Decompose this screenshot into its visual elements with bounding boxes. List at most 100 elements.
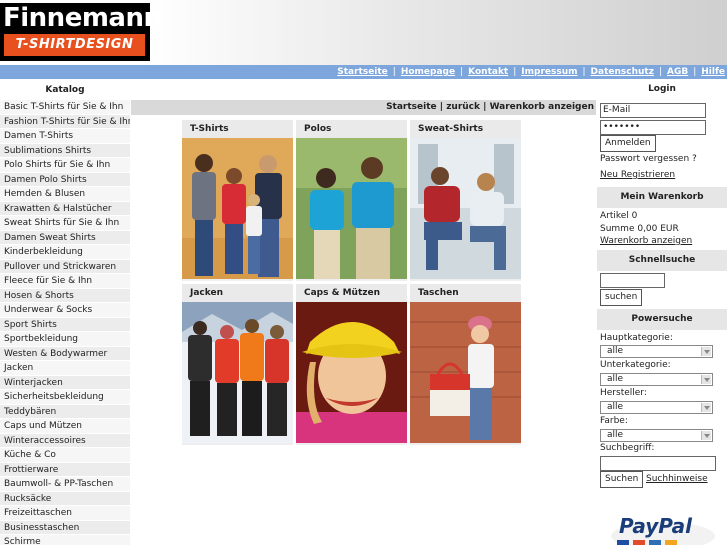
caps-photo[interactable] (296, 302, 407, 443)
catalog-item[interactable]: Krawatten & Halstücher (0, 201, 130, 216)
catalog-item[interactable]: Hosen & Shorts (0, 288, 130, 303)
tile-label: Sweat-Shirts (410, 120, 521, 138)
catalog-item[interactable]: Jacken (0, 361, 130, 376)
catalog-item[interactable]: Hemden & Blusen (0, 187, 130, 202)
main-category-label: Hauptkategorie: (600, 333, 673, 343)
catalog-item[interactable]: Baumwoll- & PP-Taschen (0, 477, 130, 492)
category-tile-polos[interactable]: Polos (296, 120, 407, 281)
category-tile-caps[interactable]: Caps & Mützen (296, 284, 407, 445)
tile-label: Polos (296, 120, 407, 138)
catalog-item[interactable]: Kinderbekleidung (0, 245, 130, 260)
catalog-sidebar: Katalog Basic T-Shirts für Sie & Ihn Fas… (0, 79, 130, 545)
catalog-item[interactable]: Sweat Shirts für Sie & Ihn (0, 216, 130, 231)
sweatshirts-photo[interactable] (410, 138, 521, 279)
catalog-item[interactable]: Frottierware (0, 462, 130, 477)
nav-kontakt[interactable]: Kontakt (468, 67, 508, 77)
powersearch-button[interactable]: Suchen (600, 471, 644, 488)
category-tile-sweatshirts[interactable]: Sweat-Shirts (410, 120, 521, 281)
taschen-photo[interactable] (410, 302, 521, 443)
catalog-item[interactable]: Basic T-Shirts für Sie & Ihn (0, 100, 130, 115)
cart-sum: Summe 0,00 EUR (600, 224, 679, 234)
catalog-item[interactable]: Fleece für Sie & Ihn (0, 274, 130, 289)
nav-datenschutz[interactable]: Datenschutz (591, 67, 654, 77)
nav-separator: | (392, 67, 396, 77)
nav-impressum[interactable]: Impressum (521, 67, 577, 77)
email-field[interactable]: E-Mail (600, 103, 706, 118)
tile-label: Caps & Mützen (296, 284, 407, 302)
catalog-title: Katalog (0, 79, 130, 100)
search-term-input[interactable] (600, 456, 716, 471)
top-nav: Startseite | Homepage | Kontakt | Impressum | Da… (337, 65, 725, 79)
password-field[interactable]: ••••••• (600, 120, 706, 135)
header: Finnemann T-SHIRTDESIGN (0, 0, 727, 65)
breadcrumb: Startseite | zurück | Warenkorb anzeigen (131, 100, 596, 115)
nav-separator: | (460, 67, 464, 77)
catalog-item[interactable]: Winterjacken (0, 375, 130, 390)
catalog-item[interactable]: Sublimations Shirts (0, 143, 130, 158)
nav-homepage[interactable]: Homepage (401, 67, 455, 77)
cart-title: Mein Warenkorb (597, 187, 727, 208)
tshirts-photo[interactable] (182, 138, 293, 279)
manufacturer-label: Hersteller: (600, 388, 647, 398)
tile-label: Jacken (182, 284, 293, 302)
color-label: Farbe: (600, 416, 628, 426)
catalog-item[interactable]: Sicherheitsbekleidung (0, 390, 130, 405)
powersearch-title: Powersuche (597, 309, 727, 330)
category-tile-tshirts[interactable]: T-Shirts (182, 120, 293, 281)
login-button[interactable]: Anmelden (600, 135, 656, 152)
nav-agb[interactable]: AGB (667, 67, 688, 77)
quicksearch-input[interactable] (600, 273, 665, 288)
nav-separator: | (582, 67, 586, 77)
breadcrumb-cart[interactable]: Warenkorb anzeigen (490, 102, 594, 112)
catalog-item[interactable]: Westen & Bodywarmer (0, 346, 130, 361)
search-term-label: Suchbegriff: (600, 443, 655, 453)
nav-startseite[interactable]: Startseite (337, 67, 388, 77)
paypal-logo: PayPal (611, 512, 715, 545)
manufacturer-select[interactable]: alle (600, 401, 713, 414)
catalog-item[interactable]: Sportbekleidung (0, 332, 130, 347)
forgot-password-link[interactable]: Passwort vergessen ? (597, 154, 697, 164)
nav-hilfe[interactable]: Hilfe (701, 67, 725, 77)
catalog-item[interactable]: Freizeittaschen (0, 506, 130, 521)
catalog-item[interactable]: Damen T-Shirts (0, 129, 130, 144)
catalog-item[interactable]: Damen Sweat Shirts (0, 230, 130, 245)
color-select[interactable]: alle (600, 429, 713, 442)
catalog-item[interactable]: Küche & Co (0, 448, 130, 463)
category-tile-taschen[interactable]: Taschen (410, 284, 521, 445)
catalog-item[interactable]: Teddybären (0, 404, 130, 419)
catalog-item[interactable]: Underwear & Socks (0, 303, 130, 318)
nav-separator: | (693, 67, 697, 77)
catalog-item[interactable]: Rucksäcke (0, 491, 130, 506)
register-link[interactable]: Neu Registrieren (597, 170, 675, 180)
jacken-photo[interactable] (182, 302, 293, 443)
catalog-item[interactable]: Damen Polo Shirts (0, 172, 130, 187)
nav-separator: | (658, 67, 662, 77)
catalog-item[interactable]: Schirme (0, 535, 130, 545)
chevron-down-icon (701, 375, 711, 384)
main-category-select[interactable]: alle (600, 345, 713, 358)
tile-label: T-Shirts (182, 120, 293, 138)
finnemann-logo[interactable]: Finnemann T-SHIRTDESIGN (0, 3, 162, 61)
breadcrumb-back[interactable]: zurück (446, 102, 480, 112)
cart-item-count: Artikel 0 (600, 211, 638, 221)
category-tile-jacken[interactable]: Jacken (182, 284, 293, 445)
catalog-item[interactable]: Polo Shirts für Sie & Ihn (0, 158, 130, 173)
chevron-down-icon (701, 403, 711, 412)
breadcrumb-home[interactable]: Startseite (386, 102, 437, 112)
polos-photo[interactable] (296, 138, 407, 279)
catalog-item[interactable]: Businesstaschen (0, 520, 130, 535)
catalog-item[interactable]: Caps und Mützen (0, 419, 130, 434)
main-category-value: alle (607, 346, 624, 356)
manufacturer-value: alle (607, 402, 624, 412)
color-value: alle (607, 430, 624, 440)
catalog-item[interactable]: Sport Shirts (0, 317, 130, 332)
catalog-item[interactable]: Fashion T-Shirts für Sie & Ihn (0, 114, 130, 129)
catalog-item[interactable]: Pullover und Strickwaren (0, 259, 130, 274)
search-hints-link[interactable]: Suchhinweise (643, 474, 708, 484)
sub-category-select[interactable]: alle (600, 373, 713, 386)
quicksearch-button[interactable]: suchen (600, 289, 643, 306)
cart-show-link[interactable]: Warenkorb anzeigen (597, 236, 692, 246)
nav-separator: | (513, 67, 517, 77)
catalog-item[interactable]: Winteraccessoires (0, 433, 130, 448)
right-sidebar: Login E-Mail ••••••• Anmelden Passwort v… (597, 79, 727, 545)
